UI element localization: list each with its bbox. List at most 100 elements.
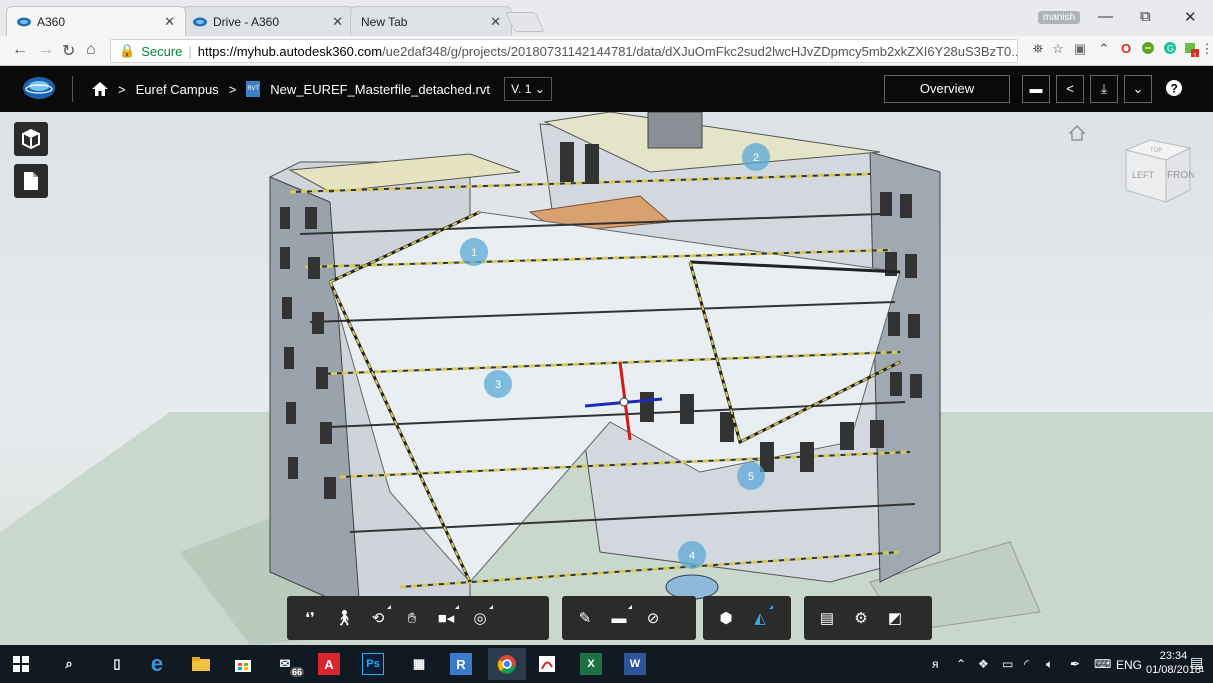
help-button[interactable]: ? [1160,75,1188,103]
url-host: https://myhub.autodesk360.com [197,43,383,59]
excel-button[interactable]: X [580,653,602,675]
photoshop-button[interactable]: Ps [362,653,384,675]
comment-icon: ▬ [611,609,627,627]
battery-icon[interactable]: ▭ [1002,657,1013,671]
settings-button[interactable]: ⚙ [844,601,878,635]
word-button[interactable]: W [624,653,646,675]
share-button[interactable]: < [1056,75,1084,103]
first-person-button[interactable]: ❛❜ [293,601,327,635]
show-hidden-icons[interactable]: ⌃ [956,657,966,671]
hide-button[interactable]: ⊘ [636,601,670,635]
tab-a360[interactable]: A360 ✕ [6,6,186,36]
acrobat-button[interactable]: A [318,653,340,675]
task-view-icon: ▯ [113,656,121,671]
calculator-button[interactable]: ▦ [406,651,432,677]
camera-icon: ■◂ [437,610,455,627]
mail-icon: ✉ [279,656,291,671]
settings-icon: ⚙ [854,610,868,627]
minimize-icon[interactable]: — [1098,8,1113,25]
wifi-icon[interactable]: ◜ [1024,657,1029,671]
walk-button[interactable]: 🚶︎ [327,601,361,635]
ext-arrow-icon[interactable]: ⌃ [1096,41,1112,57]
comment-button[interactable]: ▬ [1022,75,1050,103]
people-icon[interactable]: ᴙ [932,657,939,671]
tab-new[interactable]: New Tab ✕ [350,6,512,36]
menu-icon[interactable]: ⋮ [1199,41,1213,57]
a360-logo-icon[interactable] [22,76,56,100]
app-header: > Euref Campus > RVT New_EUREF_Masterfil… [0,66,1213,112]
version-dropdown[interactable]: V. 1 ⌄ [504,77,552,101]
breadcrumb-file: New_EUREF_Masterfile_detached.rvt [270,81,490,97]
settings-toolbar: ▤ ⚙ ◩ [804,596,932,640]
tab-drive[interactable]: Drive - A360 ✕ [182,6,354,36]
cast-icon[interactable]: ▣ [1072,41,1088,57]
grammarly-icon[interactable]: G [1162,41,1178,57]
pdf-icon [539,656,555,672]
mail-count-badge: 66 [289,667,304,677]
markup-button[interactable]: ✎ [568,601,602,635]
folder-icon [192,657,210,671]
url-input[interactable]: 🔒 Secure | https://myhub.autodesk360.com… [110,39,1018,63]
back-icon[interactable]: ← [12,41,28,59]
revit-icon: R [456,656,466,672]
fullscreen-button[interactable]: ◩ [878,601,912,635]
building-model[interactable]: 1 2 3 4 5 [0,112,1213,645]
translate-icon[interactable]: ⛯ [1030,41,1046,57]
more-button[interactable]: ⌄ [1124,75,1152,103]
download-button[interactable]: ⤓ [1090,75,1118,103]
star-icon[interactable]: ☆ [1050,41,1066,57]
orbit-button[interactable]: ⟲ [361,601,395,635]
browser-tab-strip: A360 ✕ Drive - A360 ✕ New Tab ✕ manish —… [0,0,1213,36]
close-window-icon[interactable]: ✕ [1184,8,1197,26]
marker-label: 5 [748,471,754,483]
chrome-button[interactable] [488,648,526,680]
lock-icon: 🔒 [119,43,136,58]
store-button[interactable] [230,651,256,677]
section-button[interactable]: ◭ [743,601,777,635]
fit-view-button[interactable]: ◎ [463,601,497,635]
edge-button[interactable]: e [144,651,170,677]
pen-icon[interactable]: ✒︎ [1070,657,1080,671]
home-icon[interactable] [92,82,108,96]
home-icon[interactable]: ⌂ [86,41,96,59]
search-button[interactable]: ⌕ [56,651,82,677]
model-view-button[interactable] [14,122,48,156]
pan-button[interactable]: ✋︎ [395,601,429,635]
ext-notify-icon[interactable]: 1 [1184,41,1200,60]
model-browser-button[interactable]: ▤ [810,601,844,635]
3d-viewer-canvas[interactable]: 1 2 3 4 5 TOP LEFT FRONT ❛❜ 🚶︎ ⟲ [0,112,1213,645]
pdf-button[interactable] [534,651,560,677]
language-indicator[interactable]: ENG [1116,658,1142,672]
dropbox-icon[interactable]: ❖ [978,657,989,671]
camera-button[interactable]: ■◂ [429,601,463,635]
breadcrumb-project[interactable]: Euref Campus [136,82,219,97]
revit-button[interactable]: R [450,653,472,675]
start-button[interactable] [8,651,34,677]
photoshop-icon: Ps [366,658,380,670]
home-view-icon[interactable] [1068,124,1086,142]
close-icon[interactable]: ✕ [490,14,501,30]
ext-green-icon[interactable] [1140,41,1156,57]
mail-button[interactable]: ✉ 66 [272,651,304,677]
overview-button[interactable]: Overview [884,75,1010,103]
keyboard-icon[interactable]: ⌨ [1094,657,1111,671]
viewcube[interactable]: TOP LEFT FRONT [1120,132,1194,208]
sheets-button[interactable] [14,164,48,198]
profile-chip[interactable]: manish [1038,11,1081,24]
close-icon[interactable]: ✕ [164,14,175,30]
forward-icon[interactable]: → [38,41,54,59]
volume-icon[interactable]: 🔈︎ [1046,657,1053,672]
restore-icon[interactable]: ⧉ [1140,8,1151,25]
excel-icon: X [587,658,595,670]
close-icon[interactable]: ✕ [332,14,343,30]
chrome-icon [497,655,516,674]
task-view-button[interactable]: ▯ [104,651,130,677]
explode-button[interactable]: ⬢ [709,601,743,635]
file-explorer-button[interactable] [188,651,214,677]
windows-taskbar: ⌕ ▯ e ✉ 66 A Ps ▦ R X W ᴙ ⌃ ❖ ▭ ◜ 🔈︎ ✒︎ ⌨… [0,645,1213,683]
viewcube-front-label: FRONT [1167,170,1194,181]
comment-tool-button[interactable]: ▬ [602,601,636,635]
reload-icon[interactable]: ↻ [62,41,75,61]
opera-icon[interactable]: O [1118,41,1134,57]
tab-label: New Tab [361,14,408,29]
